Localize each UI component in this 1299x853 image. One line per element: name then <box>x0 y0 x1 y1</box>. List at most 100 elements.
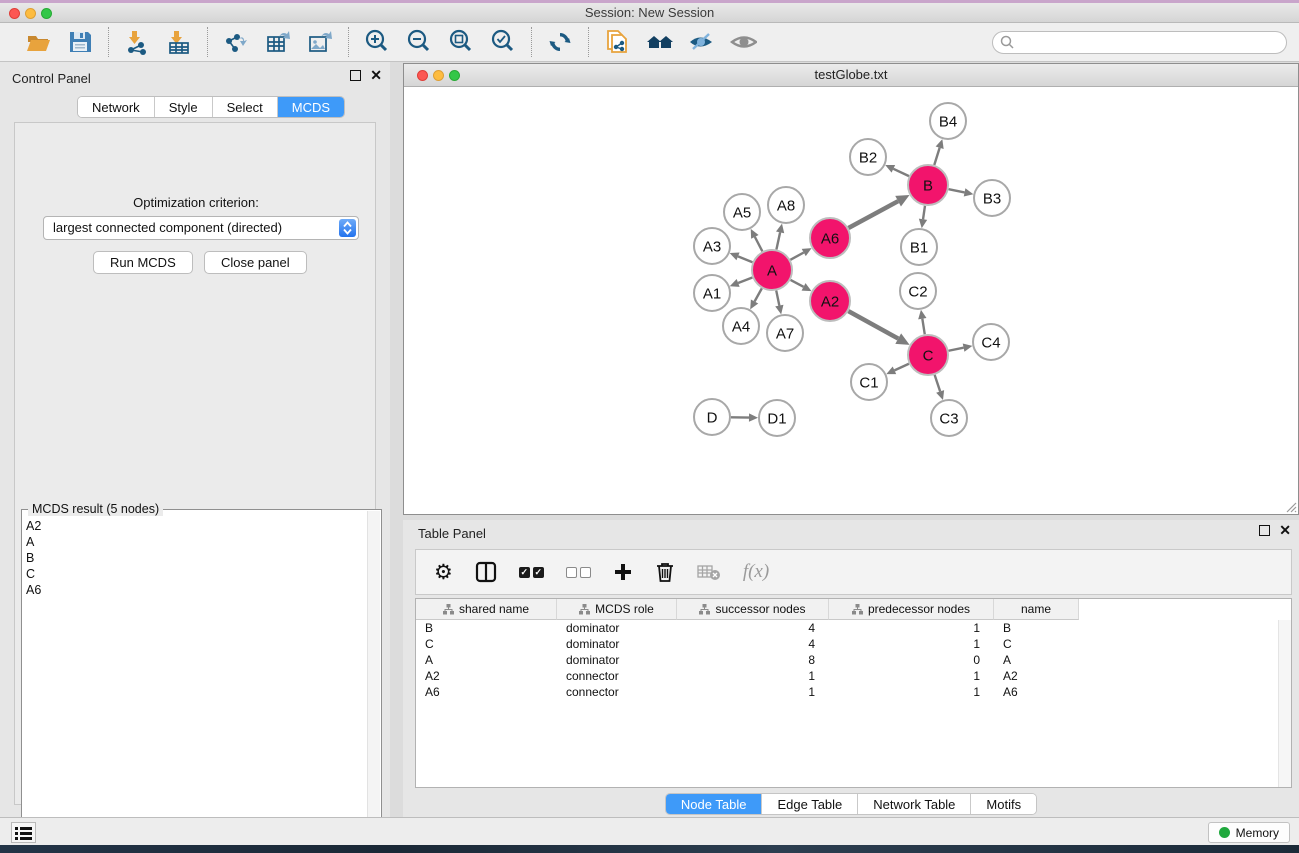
deselect-all-icon[interactable] <box>566 557 591 587</box>
column-header-predecessor-nodes[interactable]: predecessor nodes <box>829 599 994 620</box>
float-panel-icon[interactable] <box>350 70 361 81</box>
save-session-icon[interactable] <box>66 28 94 56</box>
tab-edge-table[interactable]: Edge Table <box>762 794 858 814</box>
network-zoom-traffic-light[interactable] <box>449 70 460 81</box>
graph-edge-A-A8[interactable] <box>776 232 780 249</box>
column-header-name[interactable]: name <box>994 599 1079 620</box>
tab-mcds[interactable]: MCDS <box>278 97 344 117</box>
search-input[interactable] <box>992 31 1287 54</box>
network-canvas[interactable]: B4 B2 B B3 A5A8A6 A3 B1 A A1 C2 A2 A4A7 C C4 C1 C3 D D1 <box>404 87 1298 514</box>
graph-node-C[interactable]: C <box>908 335 948 375</box>
graph-edge-A-A2[interactable] <box>791 280 804 287</box>
zoom-out-icon[interactable] <box>405 28 433 56</box>
graph-edge-C-C3[interactable] <box>935 375 941 392</box>
memory-button[interactable]: Memory <box>1208 822 1290 843</box>
import-table-icon[interactable] <box>165 28 193 56</box>
hide-eye-icon[interactable] <box>687 28 715 56</box>
column-header-successor-nodes[interactable]: successor nodes <box>677 599 829 620</box>
table-row[interactable]: A6connector11A6 <box>416 684 1291 700</box>
tab-node-table[interactable]: Node Table <box>666 794 763 814</box>
tab-select[interactable]: Select <box>213 97 278 117</box>
graph-node-B4[interactable]: B4 <box>930 103 966 139</box>
tab-network[interactable]: Network <box>78 97 155 117</box>
graph-node-A7[interactable]: A7 <box>767 315 803 351</box>
task-history-button[interactable] <box>11 822 36 843</box>
show-columns-icon[interactable] <box>475 557 497 587</box>
add-icon[interactable] <box>613 557 633 587</box>
export-table-icon[interactable] <box>264 28 292 56</box>
graph-edge-C-C1[interactable] <box>894 364 908 371</box>
graph-edge-A-A6[interactable] <box>790 252 803 259</box>
network-minimize-traffic-light[interactable] <box>433 70 444 81</box>
graph-node-A3[interactable]: A3 <box>694 228 730 264</box>
column-header-mcds-role[interactable]: MCDS role <box>557 599 677 620</box>
graph-node-C3[interactable]: C3 <box>931 400 967 436</box>
graph-node-A6[interactable]: A6 <box>810 218 850 258</box>
graph-edge-A-A7[interactable] <box>776 291 779 306</box>
graph-node-A[interactable]: A <box>752 250 792 290</box>
table-row[interactable]: A2connector11A2 <box>416 668 1291 684</box>
export-network-icon[interactable] <box>222 28 250 56</box>
graph-node-C1[interactable]: C1 <box>851 364 887 400</box>
close-panel-button[interactable]: Close panel <box>204 251 307 274</box>
graph-node-B2[interactable]: B2 <box>850 139 886 175</box>
table-row[interactable]: Cdominator41C <box>416 636 1291 652</box>
network-close-traffic-light[interactable] <box>417 70 428 81</box>
zoom-traffic-light[interactable] <box>41 8 52 19</box>
graph-edge-C-C4[interactable] <box>949 348 964 351</box>
tab-style[interactable]: Style <box>155 97 213 117</box>
graph-node-A1[interactable]: A1 <box>694 275 730 311</box>
resize-grip[interactable] <box>1283 499 1297 513</box>
zoom-fit-icon[interactable] <box>447 28 475 56</box>
graph-edge-A-A1[interactable] <box>738 278 752 283</box>
graph-node-C2[interactable]: C2 <box>900 273 936 309</box>
graph-node-B[interactable]: B <box>908 165 948 205</box>
table-scrollbar[interactable] <box>1278 620 1291 788</box>
delete-icon[interactable] <box>655 557 675 587</box>
home-networks-icon[interactable] <box>645 28 673 56</box>
close-panel-icon[interactable]: ✕ <box>370 70 382 81</box>
graph-edge-B-B1[interactable] <box>923 206 925 220</box>
graph-node-C4[interactable]: C4 <box>973 324 1009 360</box>
zoom-in-icon[interactable] <box>363 28 391 56</box>
graph-node-B3[interactable]: B3 <box>974 180 1010 216</box>
close-traffic-light[interactable] <box>9 8 20 19</box>
close-table-panel-icon[interactable]: ✕ <box>1279 525 1291 536</box>
criterion-select[interactable]: largest connected component (directed) <box>43 216 359 240</box>
network-window-titlebar[interactable]: testGlobe.txt <box>404 64 1298 87</box>
graph-edge-A-A3[interactable] <box>738 256 753 262</box>
zoom-selected-icon[interactable] <box>489 28 517 56</box>
graph-node-D[interactable]: D <box>694 399 730 435</box>
import-network-icon[interactable] <box>123 28 151 56</box>
table-row[interactable]: Adominator80A <box>416 652 1291 668</box>
graph-node-A4[interactable]: A4 <box>723 308 759 344</box>
open-session-icon[interactable] <box>24 28 52 56</box>
graph-edge-B-B4[interactable] <box>934 148 939 165</box>
graph-node-B1[interactable]: B1 <box>901 229 937 265</box>
table-settings-gear-icon[interactable]: ⚙ <box>434 557 453 587</box>
graph-edge-A6-B[interactable] <box>848 201 898 228</box>
minimize-traffic-light[interactable] <box>25 8 36 19</box>
graph-edge-B-B3[interactable] <box>949 189 965 192</box>
graph-edge-B-B2[interactable] <box>893 169 909 176</box>
graph-edge-C-C2[interactable] <box>922 319 924 335</box>
graph-edge-A-A5[interactable] <box>755 237 762 251</box>
graph-edge-A-A4[interactable] <box>755 288 762 301</box>
select-all-icon[interactable]: ✓✓ <box>519 557 544 587</box>
tab-motifs[interactable]: Motifs <box>971 794 1036 814</box>
run-mcds-button[interactable]: Run MCDS <box>93 251 193 274</box>
float-table-panel-icon[interactable] <box>1259 525 1270 536</box>
graph-node-A2[interactable]: A2 <box>810 281 850 321</box>
show-eye-icon[interactable] <box>729 28 757 56</box>
graph-edge-A2-C[interactable] <box>848 311 898 338</box>
graph-node-A8[interactable]: A8 <box>768 187 804 223</box>
column-header-shared-name[interactable]: shared name <box>416 599 557 620</box>
graph-node-D1[interactable]: D1 <box>759 400 795 436</box>
graph-node-A5[interactable]: A5 <box>724 194 760 230</box>
export-image-icon[interactable] <box>306 28 334 56</box>
mcds-result-scrollbar[interactable] <box>367 511 380 853</box>
tab-network-table[interactable]: Network Table <box>858 794 971 814</box>
copy-network-icon[interactable] <box>603 28 631 56</box>
table-row[interactable]: Bdominator41B <box>416 620 1291 636</box>
refresh-icon[interactable] <box>546 28 574 56</box>
